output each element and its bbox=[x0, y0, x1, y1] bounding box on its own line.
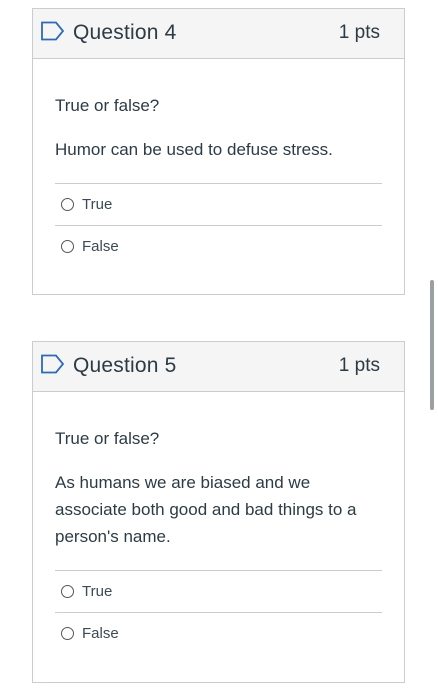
answer-option-true[interactable]: True bbox=[55, 183, 382, 225]
answer-label: True bbox=[82, 196, 113, 213]
question-points: 1 pts bbox=[338, 355, 380, 376]
answer-list: True False bbox=[55, 570, 382, 654]
question-header: Question 5 1 pts bbox=[33, 342, 404, 392]
question-title: Question 4 bbox=[73, 21, 177, 44]
question-type-label: True or false? bbox=[55, 429, 160, 448]
answer-option-false[interactable]: False bbox=[55, 225, 382, 267]
question-card-4: Question 4 1 pts True or false? Humor ca… bbox=[32, 8, 405, 295]
radio-button[interactable] bbox=[61, 198, 74, 211]
answer-label: False bbox=[82, 625, 119, 642]
answer-list: True False bbox=[55, 183, 382, 267]
flag-icon[interactable] bbox=[40, 21, 66, 41]
question-text: Humor can be used to defuse stress. bbox=[55, 140, 333, 159]
question-points: 1 pts bbox=[338, 22, 380, 43]
question-body: True or false? Humor can be used to defu… bbox=[33, 95, 404, 267]
quiz-page: Question 4 1 pts True or false? Humor ca… bbox=[0, 0, 438, 700]
question-type-label: True or false? bbox=[55, 96, 160, 115]
question-body: True or false? As humans we are biased a… bbox=[33, 428, 404, 654]
radio-button[interactable] bbox=[61, 585, 74, 598]
question-card-5: Question 5 1 pts True or false? As human… bbox=[32, 341, 405, 683]
answer-option-false[interactable]: False bbox=[55, 612, 382, 654]
radio-button[interactable] bbox=[61, 240, 74, 253]
answer-label: True bbox=[82, 583, 113, 600]
question-title: Question 5 bbox=[73, 354, 177, 377]
radio-button[interactable] bbox=[61, 627, 74, 640]
answer-label: False bbox=[82, 238, 119, 255]
flag-icon[interactable] bbox=[40, 354, 66, 374]
question-header: Question 4 1 pts bbox=[33, 9, 404, 59]
answer-option-true[interactable]: True bbox=[55, 570, 382, 612]
question-text: As humans we are biased and we associate… bbox=[55, 473, 357, 546]
scrollbar-thumb[interactable] bbox=[430, 280, 434, 410]
